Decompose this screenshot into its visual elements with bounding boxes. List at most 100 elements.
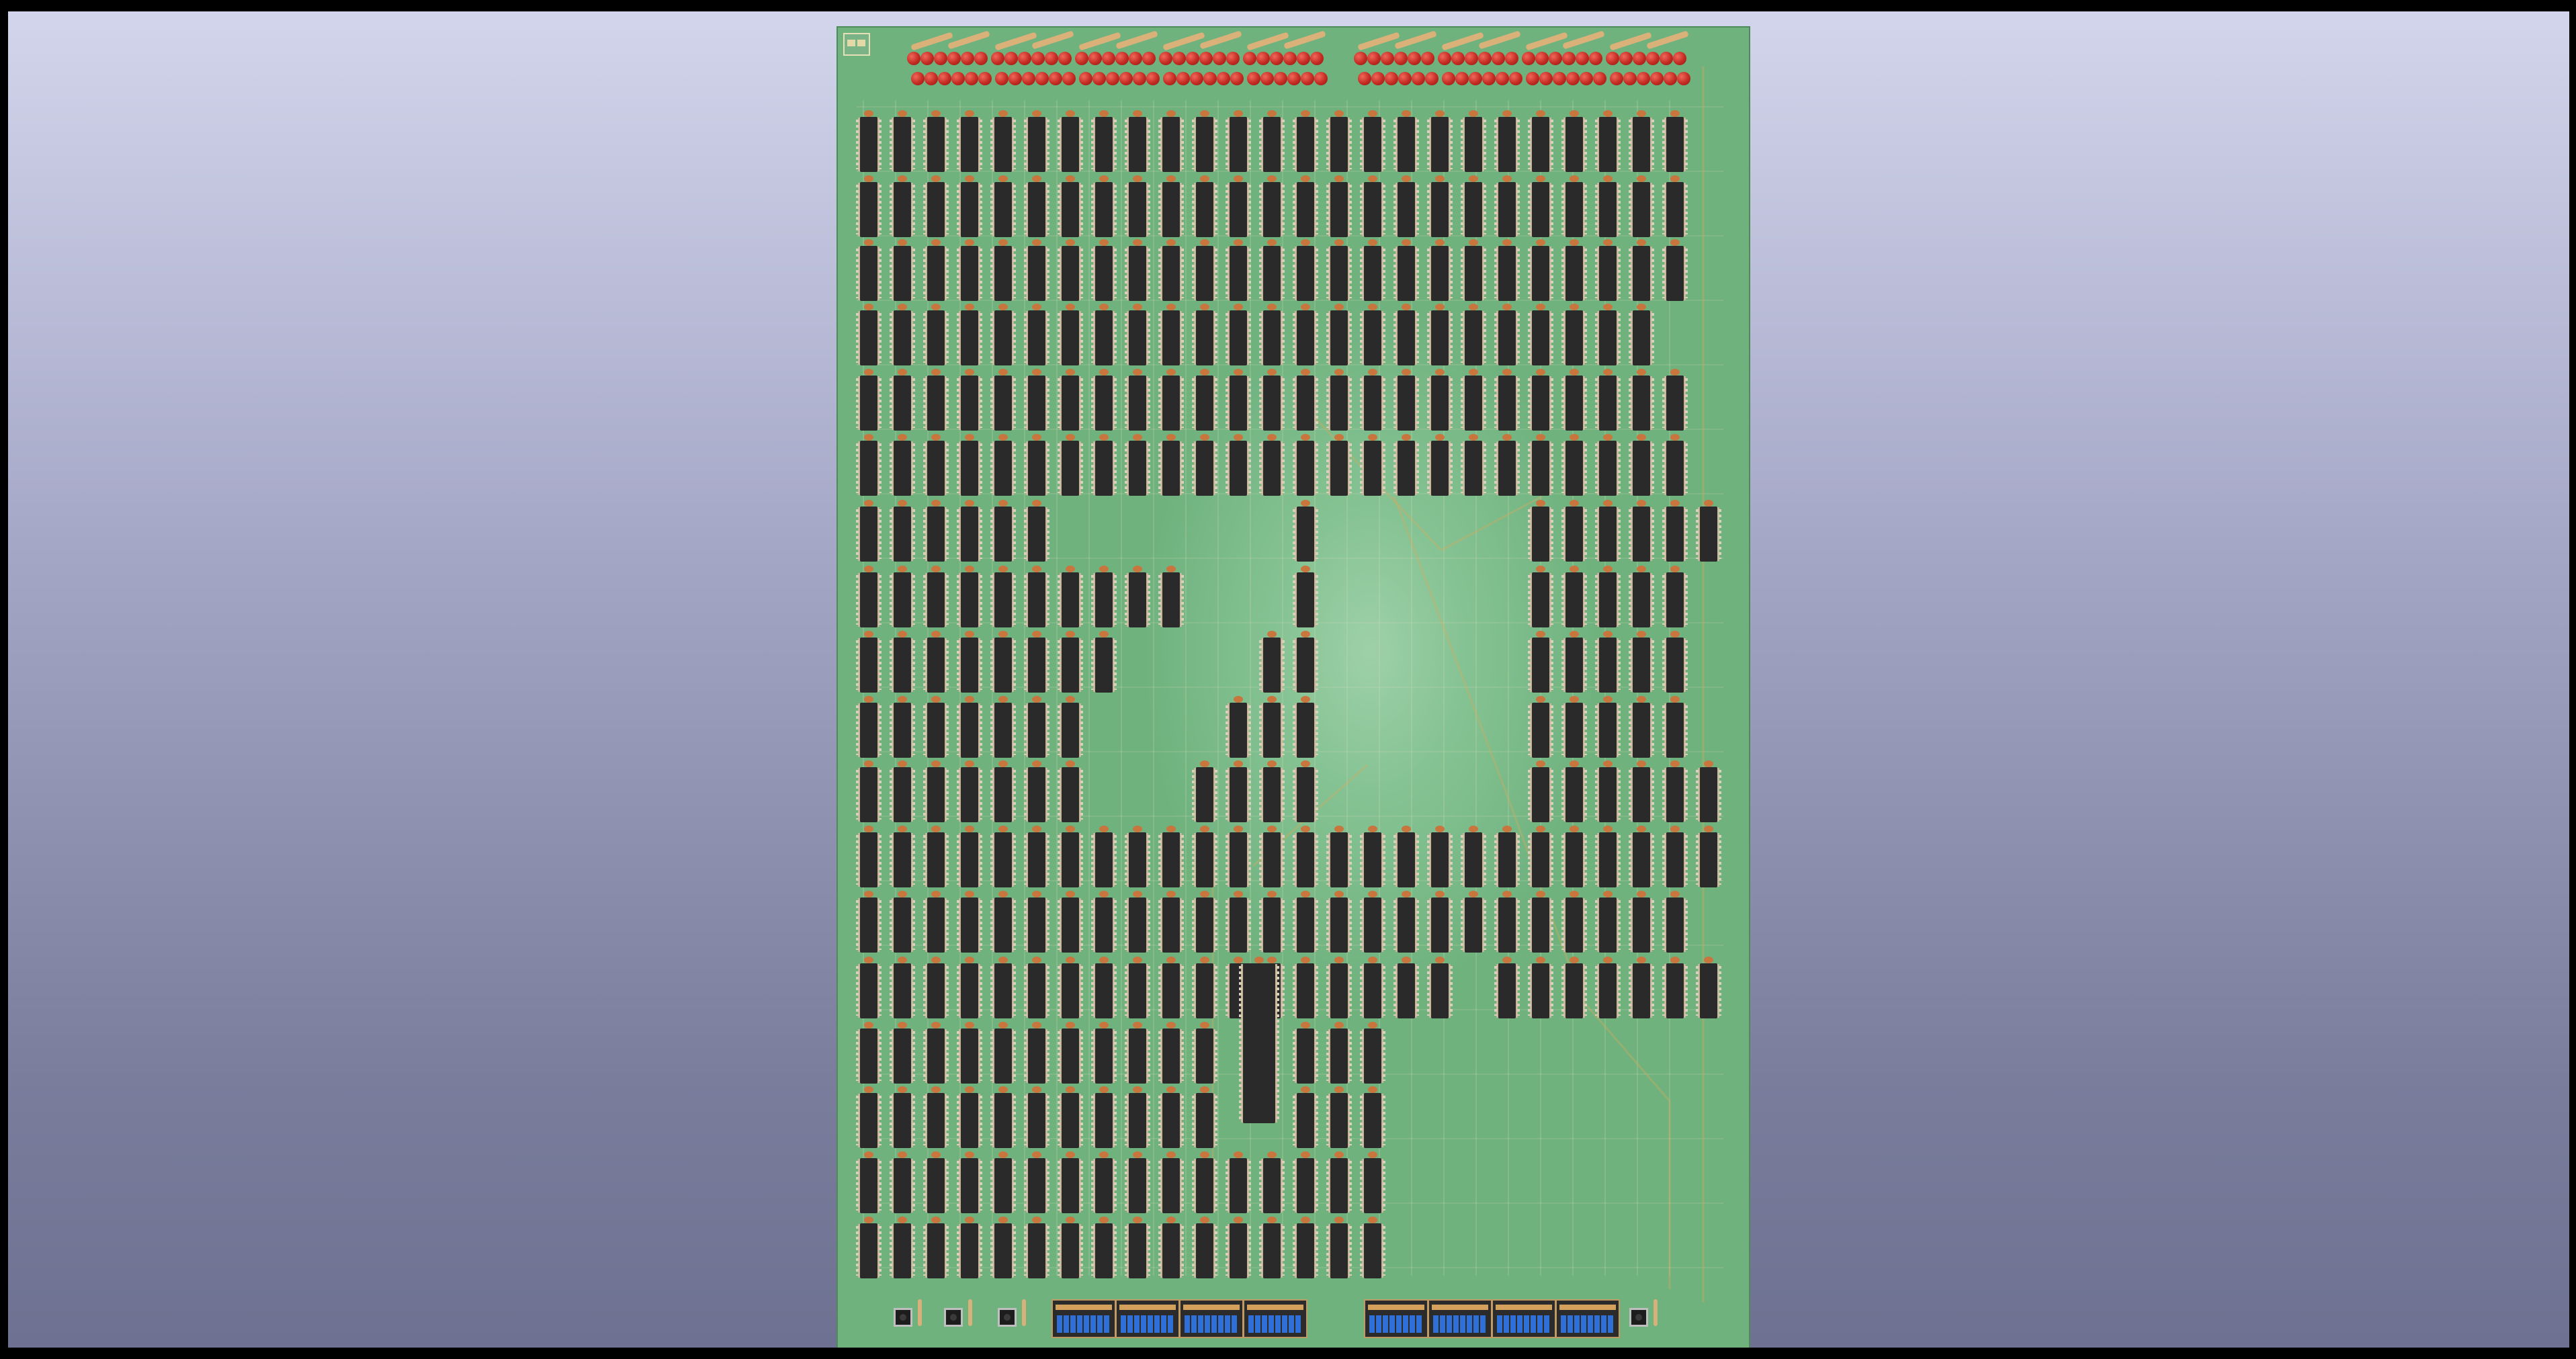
dip-toggle[interactable] [1255,1315,1260,1333]
dip-toggle[interactable] [1185,1315,1190,1333]
dip-toggle[interactable] [1410,1315,1415,1333]
dip-toggle[interactable] [1232,1315,1237,1333]
dip-toggle[interactable] [1544,1315,1549,1333]
3d-viewer-canvas[interactable] [8,11,2569,1348]
dip-switch[interactable] [1243,1299,1307,1338]
dip-toggle[interactable] [1510,1315,1516,1333]
dip-toggle[interactable] [1480,1315,1486,1333]
ic-chip [1360,957,1385,1018]
dip-toggle[interactable] [1198,1315,1203,1333]
decoupling-capacitor [1469,891,1478,897]
dip-toggle[interactable] [1537,1315,1543,1333]
dip-switch[interactable] [1179,1299,1244,1338]
dip-toggle[interactable] [1504,1315,1509,1333]
dip-switch[interactable] [1115,1299,1180,1338]
dip-toggle[interactable] [1057,1315,1062,1333]
dip-toggle[interactable] [1396,1315,1402,1333]
chip-pins [1629,705,1631,755]
dip-toggle[interactable] [1524,1315,1529,1333]
dip-toggle[interactable] [1275,1315,1281,1333]
dip-toggle[interactable] [1467,1315,1472,1333]
dip-toggle[interactable] [1090,1315,1096,1333]
dip-toggle[interactable] [1269,1315,1274,1333]
chip-pins [1595,443,1598,493]
dip-toggle[interactable] [1389,1315,1395,1333]
chip-body [1297,832,1314,887]
dip-toggle[interactable] [1369,1315,1375,1333]
decoupling-capacitor [1032,760,1041,767]
dip-switch[interactable] [1492,1299,1556,1338]
dip-toggle[interactable] [1141,1315,1146,1333]
dip-toggle[interactable] [1097,1315,1103,1333]
pcb-board[interactable] [836,26,1750,1348]
chip-pins [856,249,859,298]
chip-pins [879,249,882,298]
dip-toggle[interactable] [1497,1315,1502,1333]
decoupling-capacitor [1267,304,1277,310]
dip-toggle[interactable] [1289,1315,1294,1333]
dip-toggle[interactable] [1148,1315,1153,1333]
dip-toggle[interactable] [1531,1315,1536,1333]
dip-toggle[interactable] [1077,1315,1082,1333]
dip-toggle[interactable] [1568,1315,1573,1333]
chip-pins [1215,900,1217,950]
chip-body [1129,963,1146,1018]
push-button[interactable] [1629,1308,1648,1327]
dip-toggle[interactable] [1161,1315,1166,1333]
dip-toggle[interactable] [1191,1315,1197,1333]
dip-toggle[interactable] [1064,1315,1069,1333]
dip-toggle[interactable] [1104,1315,1109,1333]
dip-switch[interactable] [1555,1299,1620,1338]
dip-toggle[interactable] [1168,1315,1173,1333]
dip-toggle[interactable] [1154,1315,1160,1333]
dip-toggle[interactable] [1121,1315,1126,1333]
chip-pins [1058,1161,1060,1211]
dip-toggle[interactable] [1070,1315,1076,1333]
dip-toggle[interactable] [1262,1315,1267,1333]
dip-toggle[interactable] [1608,1315,1613,1333]
ic-chip [1528,760,1553,822]
dip-toggle[interactable] [1473,1315,1479,1333]
decoupling-capacitor [965,1151,974,1158]
dip-toggle[interactable] [1453,1315,1459,1333]
dip-toggle[interactable] [1376,1315,1381,1333]
dip-toggle[interactable] [1601,1315,1606,1333]
dip-toggle[interactable] [1084,1315,1089,1333]
dip-toggle[interactable] [1440,1315,1445,1333]
dip-switch[interactable] [1428,1299,1492,1338]
push-button[interactable] [944,1308,963,1327]
dip-toggle[interactable] [1594,1315,1600,1333]
dip-toggle[interactable] [1460,1315,1465,1333]
push-button[interactable] [894,1308,912,1327]
ic-chip [1393,826,1419,887]
dip-toggle[interactable] [1383,1315,1388,1333]
chip-pins [1047,313,1049,363]
chip-pins [1058,575,1060,625]
dip-toggle[interactable] [1134,1315,1140,1333]
dip-toggle[interactable] [1211,1315,1217,1333]
push-button[interactable] [998,1308,1017,1327]
dip-toggle[interactable] [1225,1315,1230,1333]
chip-body [1297,638,1314,693]
dip-toggle[interactable] [1282,1315,1287,1333]
dip-switch[interactable] [1051,1299,1116,1338]
ic-chip [923,566,949,627]
dip-toggle[interactable] [1127,1315,1133,1333]
dip-toggle[interactable] [1561,1315,1566,1333]
dip-toggle[interactable] [1581,1315,1586,1333]
chip-pins [1629,966,1631,1016]
chip-body [1633,246,1650,301]
dip-switch[interactable] [1364,1299,1428,1338]
dip-toggle[interactable] [1218,1315,1223,1333]
dip-toggle[interactable] [1403,1315,1408,1333]
dip-toggle[interactable] [1205,1315,1210,1333]
led-indicator [1522,52,1535,65]
dip-toggle[interactable] [1295,1315,1301,1333]
dip-toggle[interactable] [1433,1315,1439,1333]
dip-toggle[interactable] [1447,1315,1452,1333]
dip-toggle[interactable] [1588,1315,1593,1333]
dip-toggle[interactable] [1574,1315,1580,1333]
dip-toggle[interactable] [1248,1315,1254,1333]
dip-toggle[interactable] [1517,1315,1522,1333]
dip-toggle[interactable] [1416,1315,1422,1333]
